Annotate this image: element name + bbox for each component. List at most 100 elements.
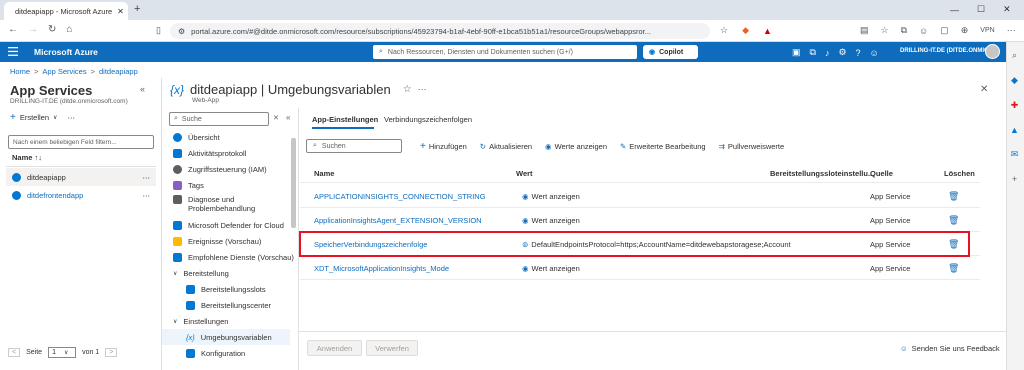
star-icon[interactable]: ☆ bbox=[720, 25, 728, 36]
menu-item-environment-variables[interactable]: {x} Umgebungsvariablen bbox=[162, 329, 290, 345]
menu-item-defender[interactable]: Microsoft Defender for Cloud bbox=[162, 217, 290, 233]
search-sidebar-icon[interactable]: ⌕ bbox=[1012, 50, 1017, 61]
shield-extension-icon[interactable]: ◆ bbox=[742, 25, 749, 36]
triangle-extension-icon[interactable]: ▲ bbox=[763, 26, 772, 36]
close-blade-icon[interactable]: ✕ bbox=[980, 84, 988, 95]
favorites-icon[interactable]: ☆ bbox=[881, 25, 889, 36]
next-page-button[interactable]: > bbox=[105, 348, 118, 357]
cloud-shell-icon[interactable]: ▣ bbox=[792, 47, 801, 58]
office-sidebar-icon[interactable]: ▲ bbox=[1010, 125, 1019, 135]
menu-scrollbar[interactable] bbox=[291, 138, 296, 228]
globe-icon[interactable]: ⊕ bbox=[961, 25, 969, 36]
refresh-button[interactable]: ↻ Aktualisieren bbox=[480, 142, 532, 151]
breadcrumb-home[interactable]: Home bbox=[10, 67, 30, 76]
menu-group-deployment[interactable]: ∨ Bereitstellung bbox=[162, 265, 290, 281]
page-select[interactable]: 1 ∨ bbox=[48, 347, 77, 358]
breadcrumb-app-services[interactable]: App Services bbox=[42, 67, 86, 76]
trash-icon[interactable]: 🗑 bbox=[948, 256, 959, 280]
avatar[interactable] bbox=[985, 44, 1000, 59]
minimize-icon[interactable]: — bbox=[950, 5, 959, 15]
split-icon[interactable]: ▤ bbox=[860, 25, 869, 36]
settings-search-input[interactable]: ⌕ Suchen bbox=[306, 139, 402, 153]
menu-item-events[interactable]: Ereignisse (Vorschau) bbox=[162, 233, 290, 249]
maximize-icon[interactable]: ☐ bbox=[977, 4, 985, 15]
directory-filter-icon[interactable]: ⧉ bbox=[810, 47, 816, 58]
close-tab-icon[interactable]: ✕ bbox=[117, 7, 124, 16]
prev-page-button[interactable]: < bbox=[8, 348, 21, 357]
reload-icon[interactable]: ↻ bbox=[48, 24, 56, 35]
list-item[interactable]: ditdefrontendapp ⋯ bbox=[6, 186, 156, 204]
tab-connection-strings[interactable]: Verbindungszeichenfolgen bbox=[384, 115, 472, 124]
site-info-icon[interactable]: ⚙ bbox=[178, 27, 185, 36]
column-header-name[interactable]: Name bbox=[314, 161, 334, 185]
column-header-slot-setting[interactable]: Bereitstellungssloteinstellu... bbox=[770, 161, 874, 185]
show-values-button[interactable]: ◉ Werte anzeigen bbox=[545, 142, 607, 151]
column-header-value[interactable]: Wert bbox=[516, 161, 533, 185]
send-feedback-link[interactable]: ☺ Senden Sie uns Feedback bbox=[900, 344, 1000, 353]
more-icon[interactable]: ⋯ bbox=[1007, 25, 1016, 36]
collections-icon[interactable]: ⧉ bbox=[901, 25, 907, 36]
setting-name-link[interactable]: APPLICATIONINSIGHTS_CONNECTION_STRING bbox=[314, 184, 486, 208]
more-icon[interactable]: ⋯ bbox=[143, 173, 151, 182]
hamburger-menu-icon[interactable] bbox=[8, 47, 18, 56]
outlook-sidebar-icon[interactable]: ✉ bbox=[1011, 149, 1019, 160]
setting-name-link[interactable]: XDT_MicrosoftApplicationInsights_Mode bbox=[314, 256, 449, 280]
portal-brand[interactable]: Microsoft Azure bbox=[34, 47, 98, 57]
add-sidebar-icon[interactable]: + bbox=[1012, 174, 1017, 184]
menu-item-configuration[interactable]: Konfiguration bbox=[162, 345, 290, 361]
bookmark-icon[interactable]: ▯ bbox=[156, 25, 161, 36]
clear-search-icon[interactable]: ✕ bbox=[273, 114, 279, 122]
filter-input[interactable]: Nach einem beliebigen Feld filtern... bbox=[8, 135, 154, 149]
tab-app-settings[interactable]: App-Einstellungen bbox=[312, 115, 378, 124]
show-value-button[interactable]: ◉ Wert anzeigen bbox=[522, 184, 580, 208]
wallet-icon[interactable]: ▢ bbox=[940, 25, 949, 36]
apply-button[interactable]: Anwenden bbox=[307, 340, 362, 356]
close-window-icon[interactable]: ✕ bbox=[1003, 4, 1011, 15]
favorite-star-icon[interactable]: ☆ bbox=[403, 84, 412, 95]
column-header-source[interactable]: Quelle bbox=[870, 161, 893, 185]
menu-item-diagnose[interactable]: Diagnose und Problembehandlung bbox=[162, 193, 290, 217]
back-icon[interactable]: ← bbox=[8, 24, 18, 35]
more-icon[interactable]: ⋯ bbox=[143, 191, 151, 200]
menu-item-overview[interactable]: Übersicht bbox=[162, 129, 290, 145]
more-icon[interactable]: ⋯ bbox=[67, 113, 75, 122]
menu-search-input[interactable]: ⌕ Suche bbox=[169, 112, 269, 126]
create-button[interactable]: + Erstellen ∨ ⋯ bbox=[10, 112, 75, 123]
menu-item-activity-log[interactable]: Aktivitätsprotokoll bbox=[162, 145, 290, 161]
copilot-button[interactable]: ◉ Copilot bbox=[643, 45, 698, 59]
menu-item-iam[interactable]: Zugriffssteuerung (IAM) bbox=[162, 161, 290, 177]
new-tab-button[interactable]: + bbox=[134, 3, 140, 15]
collapse-panel-icon[interactable]: « bbox=[140, 84, 145, 94]
collapse-menu-icon[interactable]: « bbox=[286, 113, 290, 122]
url-field[interactable]: ⚙ portal.azure.com/#@ditde.onmicrosoft.c… bbox=[170, 23, 710, 39]
home-icon[interactable]: ⌂ bbox=[66, 24, 72, 35]
tools-sidebar-icon[interactable]: ✚ bbox=[1011, 100, 1019, 111]
setting-name-link[interactable]: ApplicationInsightsAgent_EXTENSION_VERSI… bbox=[314, 208, 482, 232]
list-item[interactable]: ditdeapiapp ⋯ bbox=[6, 168, 156, 186]
menu-item-recommended[interactable]: Empfohlene Dienste (Vorschau) bbox=[162, 249, 294, 265]
browser-tab[interactable]: ditdeapiapp - Microsoft Azure ✕ bbox=[4, 2, 128, 20]
vpn-badge[interactable]: VPN bbox=[980, 27, 994, 34]
shopping-sidebar-icon[interactable]: ◆ bbox=[1011, 75, 1018, 86]
pull-references-button[interactable]: ⇉ Pullverweiswerte bbox=[719, 142, 785, 151]
menu-item-tags[interactable]: Tags bbox=[162, 177, 290, 193]
more-icon[interactable]: ⋯ bbox=[418, 84, 427, 95]
profile-icon[interactable]: ☺ bbox=[919, 26, 928, 36]
forward-icon[interactable]: → bbox=[28, 24, 38, 35]
trash-icon[interactable]: 🗑 bbox=[948, 184, 959, 208]
advanced-edit-button[interactable]: ✎ Erweiterte Bearbeitung bbox=[620, 142, 706, 151]
settings-icon[interactable]: ⚙ bbox=[838, 47, 846, 58]
help-icon[interactable]: ? bbox=[856, 48, 861, 58]
show-value-button[interactable]: ◉ Wert anzeigen bbox=[522, 256, 580, 280]
show-value-button[interactable]: ◉ Wert anzeigen bbox=[522, 208, 580, 232]
name-column-header[interactable]: Name ↑↓ bbox=[12, 153, 42, 162]
breadcrumb-resource[interactable]: ditdeapiapp bbox=[99, 67, 138, 76]
trash-icon[interactable]: 🗑 bbox=[948, 208, 959, 232]
menu-item-deployment-center[interactable]: Bereitstellungscenter bbox=[162, 297, 290, 313]
portal-search-input[interactable]: ⌕ Nach Ressourcen, Diensten und Dokument… bbox=[373, 45, 637, 59]
add-button[interactable]: + Hinzufügen bbox=[420, 141, 467, 152]
account-name[interactable]: DRILLING-IT.DE (DITDE.ONMICR... bbox=[900, 48, 998, 54]
discard-button[interactable]: Verwerfen bbox=[366, 340, 418, 356]
menu-item-deployment-slots[interactable]: Bereitstellungsslots bbox=[162, 281, 290, 297]
menu-group-settings[interactable]: ∨ Einstellungen bbox=[162, 313, 290, 329]
